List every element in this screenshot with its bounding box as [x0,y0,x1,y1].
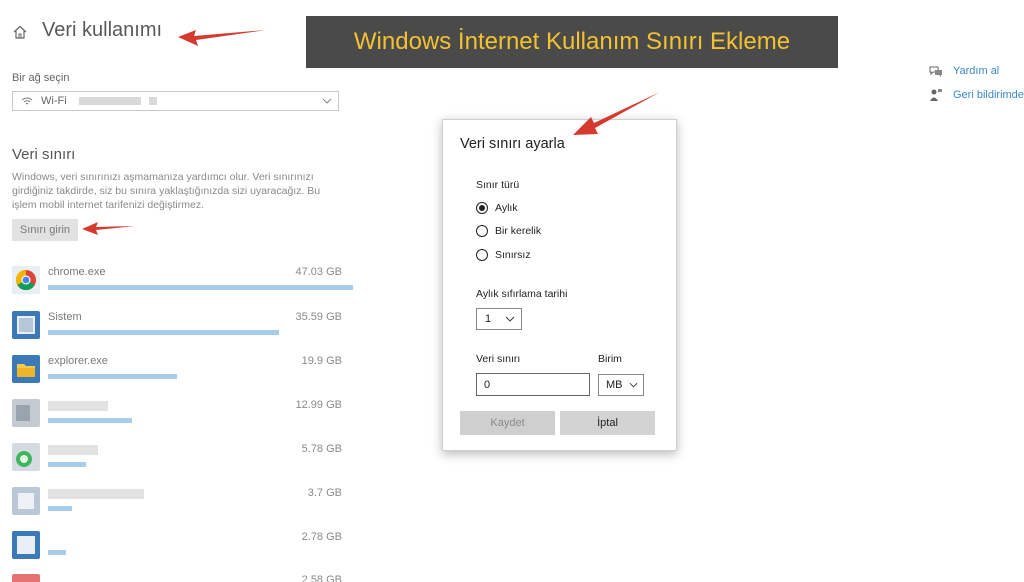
radio-one-time[interactable]: Bir kerelik [476,225,541,237]
dialog-title: Veri sınırı ayarla [460,136,565,152]
app-name: Sistem [48,311,82,323]
help-link[interactable]: Yardım al [929,65,999,77]
network-select[interactable]: Wi-Fi [12,91,339,111]
app-icon [12,574,40,582]
usage-row[interactable]: 12.99 GB [12,397,342,437]
data-limit-dialog: Veri sınırı ayarla Sınır türü Aylık Bir … [442,119,677,451]
page-title: Veri kullanımı [42,19,163,41]
usage-row[interactable]: explorer.exe 19.9 GB [12,353,342,393]
radio-unchecked-icon [476,225,488,237]
app-usage-size: 3.7 GB [307,487,342,499]
app-usage-size: 19.9 GB [301,355,342,367]
chevron-down-icon [322,98,332,104]
redacted-network-name [78,97,141,105]
annotation-arrow-title [178,30,266,46]
reset-date-label: Aylık sıfırlama tarihi [476,288,568,300]
network-select-value: Wi-Fi [41,95,67,107]
redacted-app-name [48,401,108,411]
reset-day-select[interactable]: 1 [476,308,522,330]
chat-help-icon [929,66,942,77]
limit-type-label: Sınır türü [476,179,520,191]
wifi-icon [21,97,33,105]
data-limit-heading: Veri sınırı [12,146,76,163]
app-usage-size: 2.58 GB [301,574,342,582]
usage-bar [48,550,66,555]
app-usage-size: 2.78 GB [301,531,342,543]
radio-unchecked-icon [476,249,488,261]
usage-bar [48,462,86,467]
radio-checked-icon [476,202,488,214]
app-usage-size: 35.59 GB [295,311,342,323]
network-select-label: Bir ağ seçin [12,72,70,84]
enter-limit-button[interactable]: Sınırı girin [12,219,78,241]
chevron-down-icon [505,316,515,322]
redacted-app-name [48,489,144,499]
reset-day-value: 1 [485,313,492,325]
unit-select[interactable]: MB [598,374,644,396]
usage-bar [48,418,132,423]
usage-bar [48,506,72,511]
feedback-link[interactable]: Geri bildirimde [929,88,1024,102]
radio-label: Bir kerelik [495,225,542,237]
explorer-icon [12,355,40,383]
cancel-button[interactable]: İptal [560,411,655,435]
radio-label: Sınırsız [495,249,531,261]
app-icon [12,531,40,559]
annotation-arrow-button [82,222,135,235]
unit-select-value: MB [606,379,623,391]
app-usage-size: 5.78 GB [301,443,342,455]
usage-bar [48,330,279,335]
usage-row[interactable]: 2.78 GB [12,529,342,569]
redacted-network-name-2 [148,97,157,105]
radio-unlimited[interactable]: Sınırsız [476,249,531,261]
radio-monthly[interactable]: Aylık [476,202,518,214]
app-usage-size: 47.03 GB [295,266,342,278]
usage-row[interactable]: 5.78 GB [12,441,342,481]
redacted-app-name [48,445,98,455]
app-icon [12,399,40,427]
app-name: explorer.exe [48,355,108,367]
home-icon[interactable] [12,24,28,40]
app-usage-size: 12.99 GB [295,399,342,411]
data-limit-field-label: Veri sınırı [476,353,521,365]
chrome-icon [12,266,40,294]
annotation-arrow-dialog [573,92,660,135]
app-name: chrome.exe [48,266,106,278]
chevron-down-icon [629,382,638,388]
save-button[interactable]: Kaydet [460,411,555,435]
usage-row[interactable]: 2.58 GB [12,572,342,582]
data-limit-input[interactable] [476,373,590,396]
usage-bar [48,374,177,379]
usage-bar [48,285,353,290]
banner-text: Windows İnternet Kullanım Sınırı Ekleme [353,28,791,55]
usage-row[interactable]: Sistem 35.59 GB [12,309,342,349]
whatsapp-icon [12,443,40,471]
unit-label: Birim [598,353,622,365]
system-icon [12,311,40,339]
feedback-link-label: Geri bildirimde [953,89,1024,101]
app-icon [12,487,40,515]
feedback-icon [930,89,942,101]
usage-row[interactable]: 3.7 GB [12,485,342,525]
data-limit-description: Windows, veri sınırınızı aşmamanıza yard… [12,171,321,211]
usage-row[interactable]: chrome.exe 47.03 GB [12,264,353,304]
help-link-label: Yardım al [953,65,1000,77]
title-banner: Windows İnternet Kullanım Sınırı Ekleme [306,16,838,68]
radio-label: Aylık [495,202,518,214]
